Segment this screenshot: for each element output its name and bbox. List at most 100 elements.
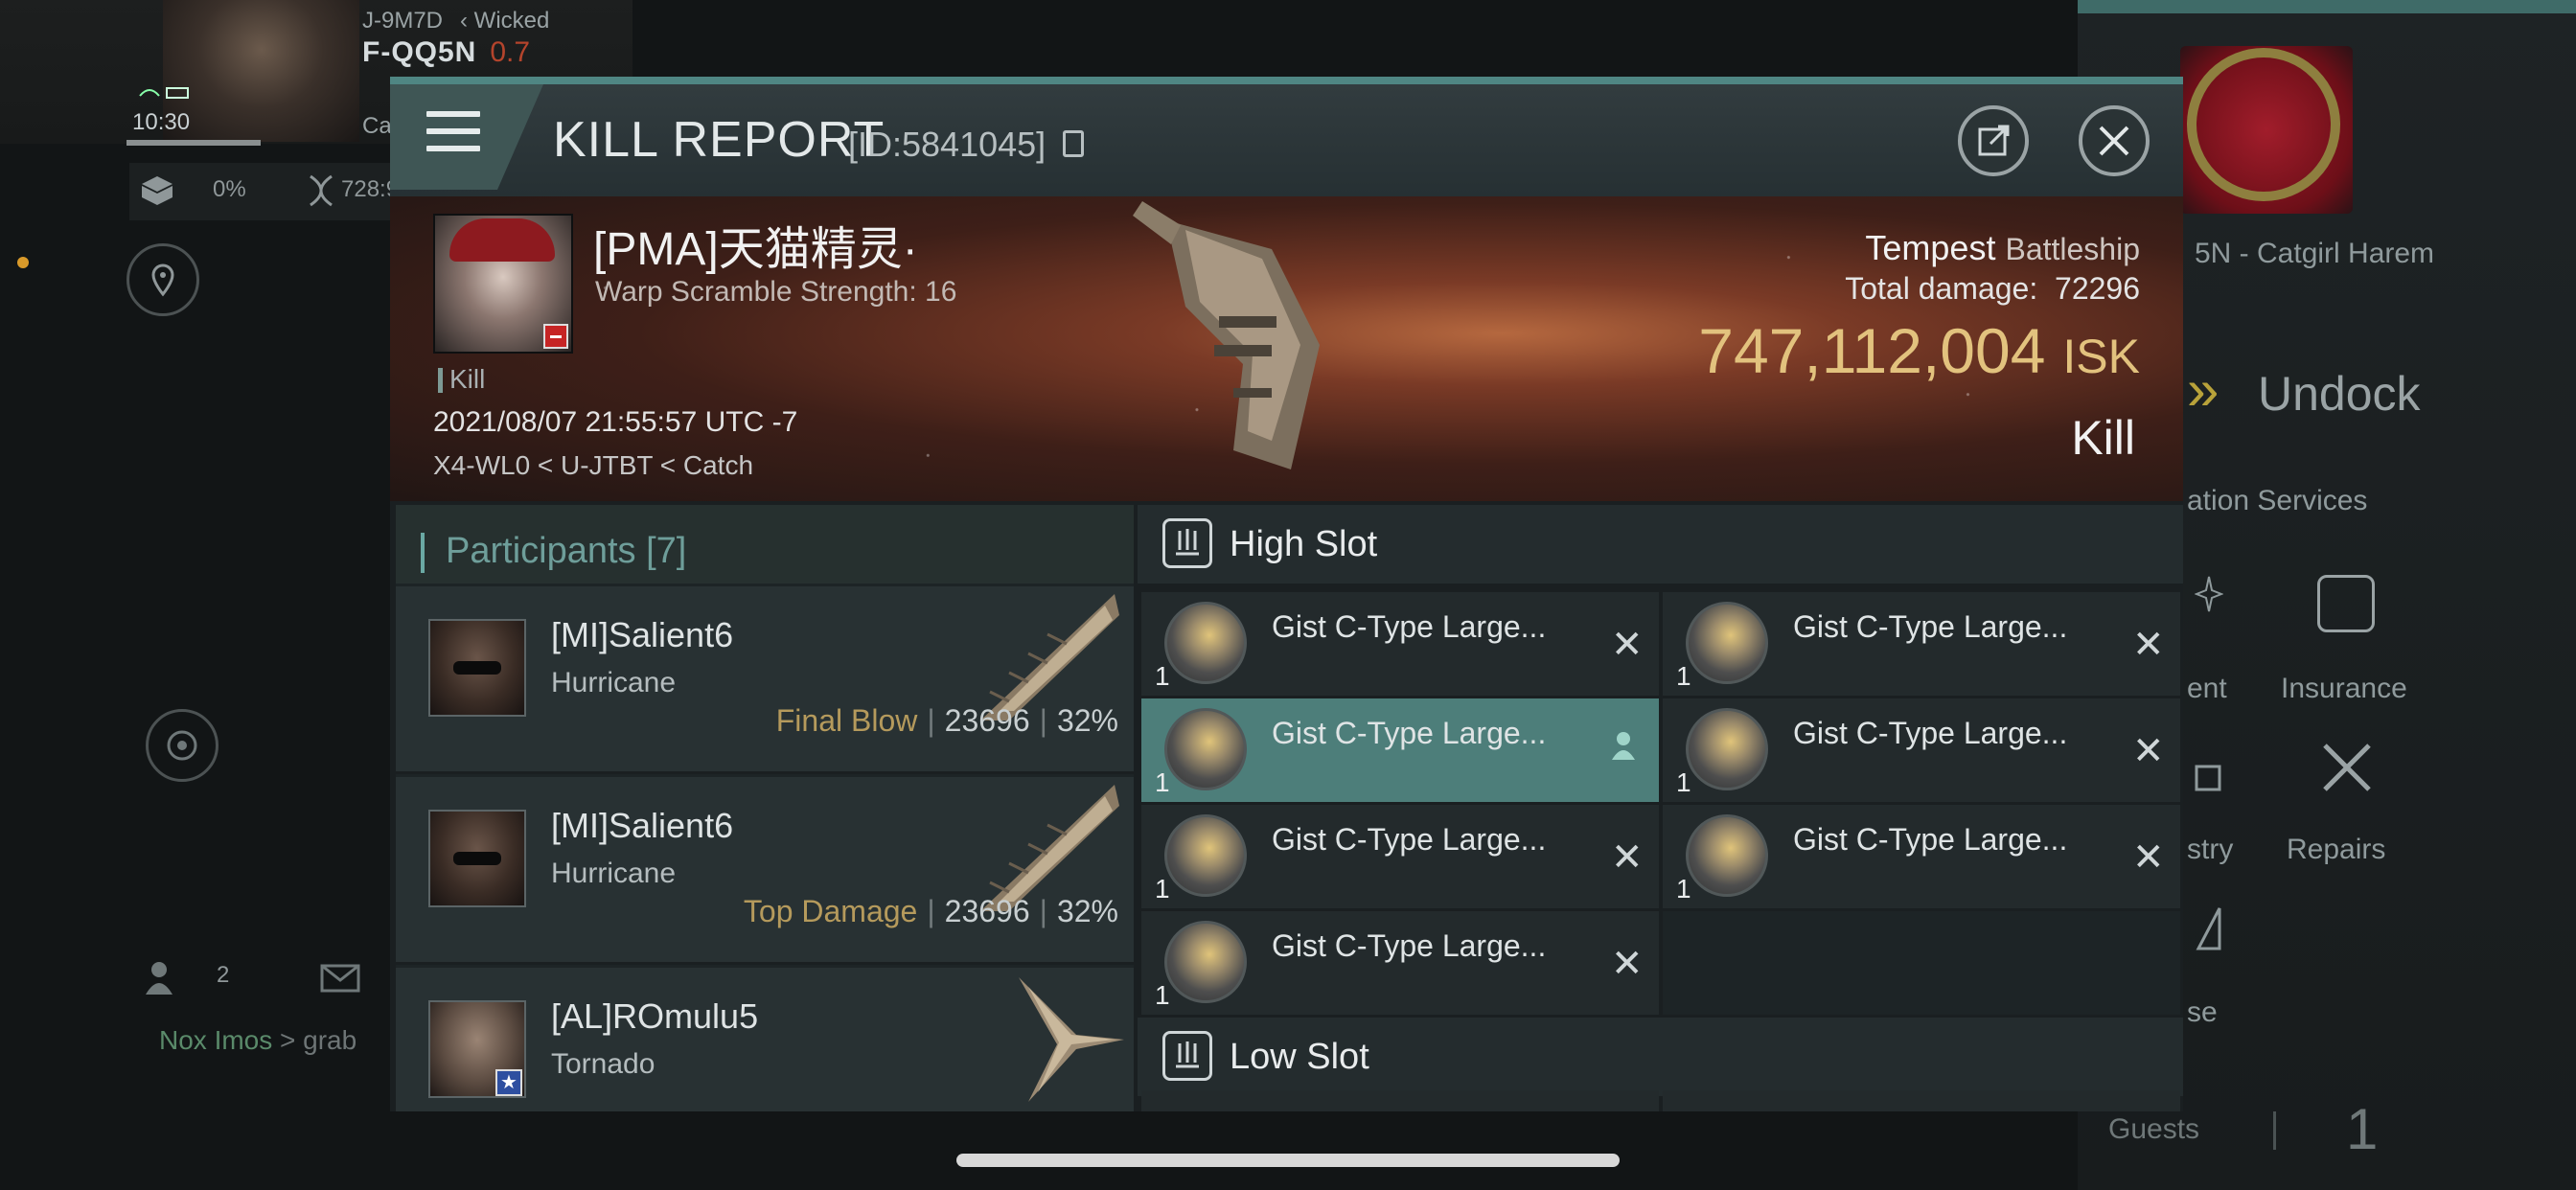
- corp-logo-ring: [2187, 48, 2340, 201]
- tornado-ship-image: [1019, 977, 1124, 1102]
- shield-booster-icon: [1164, 814, 1247, 897]
- low-slot-icon: [1162, 1031, 1212, 1081]
- contacts-count: 2: [217, 962, 230, 988]
- wifi-icon: [136, 82, 194, 102]
- undock-chevron-icon: »: [2187, 357, 2220, 422]
- participant-stats: Top Damage | 23696 | 32%: [743, 894, 1118, 928]
- participant-row[interactable]: [MI]Salient6 Hurricane Final Blow | 23696 |…: [396, 586, 1134, 774]
- empty-slot: [1663, 911, 2180, 1015]
- system-code: J-9M7D: [362, 8, 444, 34]
- victim-ship[interactable]: Tempest Battleship: [1865, 228, 2140, 268]
- system-name[interactable]: F-QQ5N 0.7: [362, 36, 530, 69]
- station-services-title: ation Services: [2187, 485, 2368, 516]
- participant-name[interactable]: [AL]ROmulu5: [551, 996, 758, 1037]
- copy-icon[interactable]: [1063, 130, 1084, 157]
- shield-booster-icon: [1686, 814, 1768, 897]
- module-name: Gist C-Type Large...: [1793, 716, 2068, 750]
- hamburger-icon: [426, 111, 480, 153]
- participant-name[interactable]: [MI]Salient6: [551, 806, 733, 846]
- participant-row[interactable]: [MI]Salient6 Hurricane Top Damage | 23696 |…: [396, 777, 1134, 965]
- kill-id: [ID:5841045]: [848, 125, 1046, 164]
- target-button[interactable]: [146, 709, 218, 782]
- participant-portrait[interactable]: [428, 619, 526, 717]
- module-name: Gist C-Type Large...: [1793, 822, 2068, 857]
- kill-result: Kill: [2071, 411, 2135, 465]
- guests-label: Guests: [2108, 1113, 2200, 1145]
- module-name: Gist C-Type Large...: [1272, 928, 1547, 963]
- kill-report-window: KILL REPORT [ID:5841045] [PMA]天猫精灵· Warp…: [390, 77, 2183, 1111]
- module-name: Gist C-Type Large...: [1272, 822, 1547, 857]
- chat-line[interactable]: Nox Imos > grab: [159, 1025, 356, 1056]
- shield-booster-icon: [1164, 708, 1247, 790]
- service-icon-4: [2195, 904, 2223, 952]
- isk-value: 747,112,004 ISK: [1698, 315, 2140, 386]
- high-slot-header: High Slot: [1138, 505, 2183, 584]
- service-label-2[interactable]: stry: [2187, 834, 2233, 866]
- service-label-0[interactable]: ent: [2187, 673, 2227, 705]
- module-qty: 1: [1676, 874, 1691, 904]
- station-panel-accent: [2078, 0, 2576, 13]
- location-pin-button[interactable]: [126, 243, 199, 316]
- portrait-glasses: [453, 661, 501, 675]
- share-button[interactable]: [1958, 105, 2029, 176]
- home-indicator: [956, 1154, 1620, 1167]
- clock: 10:30: [132, 109, 191, 135]
- module-item[interactable]: 1 Gist C-Type Large... ✕: [1663, 592, 2180, 696]
- close-button[interactable]: [2079, 105, 2150, 176]
- module-item-selected[interactable]: 1 Gist C-Type Large...: [1141, 698, 1659, 802]
- industry-icon: [2195, 757, 2223, 791]
- module-item[interactable]: 1 Gist C-Type Large... ✕: [1663, 805, 2180, 908]
- module-qty: 1: [1676, 661, 1691, 691]
- guests-count: 1: [2346, 1097, 2379, 1161]
- repairs-icon[interactable]: [2317, 738, 2377, 797]
- sparkle-icon: [2194, 575, 2224, 613]
- contacts-icon[interactable]: [144, 958, 178, 996]
- module-item[interactable]: 1 Gist C-Type Large... ✕: [1141, 592, 1659, 696]
- module-name: Gist C-Type Large...: [1793, 609, 2068, 644]
- cargo-icon: [140, 174, 174, 207]
- module-item[interactable]: 1 Gist C-Type Large... ✕: [1663, 698, 2180, 802]
- insurance-button[interactable]: Insurance: [2281, 673, 2407, 705]
- participant-portrait[interactable]: [428, 810, 526, 907]
- alliance-tag: ‹ Wicked: [460, 8, 550, 34]
- service-label-4[interactable]: se: [2187, 996, 2218, 1029]
- kill-location[interactable]: X4-WL0 < U-JTBT < Catch: [433, 450, 753, 481]
- station-name: 5N - Catgirl Harem: [2195, 238, 2435, 269]
- victim-portrait-hat: [449, 218, 555, 262]
- participants-title: Participants [7]: [446, 531, 687, 571]
- module-name: Gist C-Type Large...: [1272, 716, 1547, 750]
- shield-booster-icon: [1164, 602, 1247, 684]
- victim-name[interactable]: [PMA]天猫精灵·: [593, 211, 918, 278]
- destroyed-icon: ✕: [1611, 943, 1644, 985]
- low-slot-header: Low Slot: [1138, 1018, 2183, 1096]
- module-qty: 1: [1676, 767, 1691, 797]
- hud-progress: [126, 140, 261, 146]
- module-item[interactable]: 1 Gist C-Type Large... ✕: [1141, 805, 1659, 908]
- participant-ship: Hurricane: [551, 858, 677, 889]
- participant-ship: Hurricane: [551, 667, 677, 698]
- window-title: KILL REPORT: [553, 112, 886, 168]
- module-item[interactable]: 1 Gist C-Type Large... ✕: [1141, 911, 1659, 1015]
- mail-icon[interactable]: [320, 964, 360, 993]
- low-slot-module-partial[interactable]: [1663, 1090, 2180, 1111]
- high-slot-title: High Slot: [1230, 524, 1378, 564]
- high-slot-icon: [1162, 518, 1212, 568]
- kill-date: 2021/08/07 21:55:57 UTC -7: [433, 406, 798, 438]
- tempest-ship-image[interactable]: [1128, 201, 1348, 479]
- participant-name[interactable]: [MI]Salient6: [551, 615, 733, 655]
- participant-row[interactable]: ★ [AL]ROmulu5 Tornado: [396, 968, 1134, 1111]
- insurance-icon[interactable]: [2317, 575, 2375, 632]
- participant-stats: Final Blow | 23696 | 32%: [775, 703, 1118, 738]
- repairs-button[interactable]: Repairs: [2287, 834, 2385, 866]
- pilot-avatar[interactable]: [163, 0, 359, 142]
- destroyed-icon: ✕: [1611, 836, 1644, 879]
- participant-ship: Tornado: [551, 1048, 656, 1080]
- low-slot-module-partial[interactable]: [1141, 1090, 1659, 1111]
- total-damage: Total damage: 72296: [1845, 271, 2140, 306]
- close-icon: [2099, 126, 2129, 156]
- dna-icon: [307, 174, 335, 207]
- undock-button[interactable]: Undock: [2258, 366, 2421, 422]
- destroyed-icon: ✕: [2132, 730, 2165, 772]
- destroyed-icon: ✕: [2132, 836, 2165, 879]
- star-badge-icon: ★: [495, 1069, 522, 1096]
